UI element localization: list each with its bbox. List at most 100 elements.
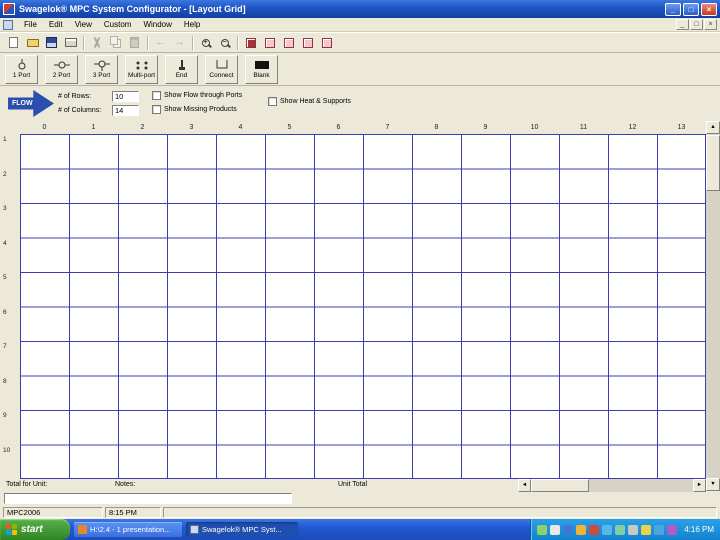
grid-row-header: 8 (3, 377, 7, 385)
close-button[interactable]: × (701, 2, 717, 16)
child-close-button[interactable]: × (704, 19, 717, 30)
undo-icon[interactable]: ← (151, 34, 170, 51)
grid-column-header: 5 (287, 124, 292, 131)
grid-corner (0, 121, 20, 134)
taskbar-task-presentation[interactable]: H:\2.4 - 1 presentation... (74, 522, 182, 537)
tray-icon-3[interactable] (563, 524, 574, 535)
2-port-icon (52, 59, 72, 71)
menu-help[interactable]: Help (178, 19, 206, 30)
total-for-unit-label: Total for Unit: (6, 481, 48, 488)
menu-window[interactable]: Window (137, 19, 177, 30)
tray-icon-1[interactable] (537, 524, 548, 535)
palette-end-button[interactable]: End (165, 54, 198, 84)
tray-icon-7[interactable] (615, 524, 626, 535)
notes-input[interactable] (4, 493, 292, 504)
component-tool-icon-4[interactable] (298, 34, 317, 51)
notes-label: Notes: (115, 481, 136, 488)
menu-file[interactable]: File (18, 19, 43, 30)
print-icon[interactable] (61, 34, 80, 51)
cut-icon[interactable] (87, 34, 106, 51)
palette-multi-port-button[interactable]: Multi-port (125, 54, 158, 84)
grid-row-header: 1 (3, 136, 7, 143)
notes-row (0, 492, 720, 505)
grid-row-header: 6 (3, 308, 7, 316)
app-icon (3, 3, 15, 15)
menu-bar: File Edit View Custom Window Help _ □ × (0, 18, 720, 32)
tray-icon-2[interactable] (550, 524, 561, 535)
status-bar: MPC2006 8:15 PM (0, 505, 720, 519)
end-icon (172, 59, 192, 71)
tray-icon-5[interactable] (589, 524, 600, 535)
tray-icon-10[interactable] (654, 524, 665, 535)
columns-label: # of Columns: (58, 107, 102, 114)
scroll-down-icon[interactable]: ▼ (706, 478, 720, 491)
palette-connect-button[interactable]: Connect (205, 54, 238, 84)
presentation-file-icon (78, 525, 87, 534)
layout-grid-canvas[interactable] (20, 134, 706, 479)
window-title: Swagelok® MPC System Configurator - [Lay… (19, 4, 246, 14)
rows-input[interactable]: 10 (112, 91, 139, 102)
menu-custom[interactable]: Custom (98, 19, 138, 30)
component-tool-icon-5[interactable] (317, 34, 336, 51)
component-tool-icon-1[interactable] (241, 34, 260, 51)
scroll-up-icon[interactable]: ▲ (706, 121, 720, 134)
configurator-app-icon (190, 525, 199, 534)
toolbar-separator (147, 35, 148, 50)
maximize-button[interactable]: □ (683, 2, 699, 16)
start-button[interactable]: start (0, 519, 70, 540)
show-heat-supports-checkbox[interactable] (268, 97, 277, 106)
menu-edit[interactable]: Edit (43, 19, 69, 30)
palette-1-port-button[interactable]: 1 Port (5, 54, 38, 84)
copy-icon[interactable] (106, 34, 125, 51)
child-minimize-button[interactable]: _ (676, 19, 689, 30)
paste-icon[interactable] (125, 34, 144, 51)
columns-input[interactable]: 14 (112, 105, 139, 116)
mdi-child-icon[interactable] (3, 19, 13, 30)
connect-icon (212, 59, 232, 71)
zoom-out-icon[interactable]: − (215, 34, 234, 51)
open-icon[interactable] (23, 34, 42, 51)
component-tool-icon-2[interactable] (260, 34, 279, 51)
vertical-scroll-thumb[interactable] (706, 135, 720, 191)
tray-icon-4[interactable] (576, 524, 587, 535)
new-icon[interactable] (4, 34, 23, 51)
horizontal-scroll-thumb[interactable] (531, 479, 589, 492)
tray-icon-11[interactable] (667, 524, 678, 535)
status-empty-panel (163, 506, 717, 518)
tray-icon-8[interactable] (628, 524, 639, 535)
minimize-button[interactable]: _ (665, 2, 681, 16)
component-tool-icon-3[interactable] (279, 34, 298, 51)
scroll-left-icon[interactable]: ◄ (518, 479, 531, 492)
menu-view[interactable]: View (69, 19, 98, 30)
toolbar-separator (237, 35, 238, 50)
taskbar-task-configurator[interactable]: Swagelok® MPC Syst... (186, 522, 298, 537)
grid-row-header: 3 (3, 205, 7, 212)
grid-body: 1 2 3 4 5 6 7 8 9 10 (0, 134, 706, 479)
palette-3-port-button[interactable]: 3 Port (85, 54, 118, 84)
tray-icon-9[interactable] (641, 524, 652, 535)
vertical-scrollbar[interactable]: ▲ ▼ (706, 121, 720, 491)
zoom-in-icon[interactable]: + (196, 34, 215, 51)
horizontal-scrollbar[interactable]: ◄ ► (518, 479, 706, 492)
grid-column-header: 4 (238, 124, 243, 131)
multi-port-icon (132, 59, 152, 71)
tray-icon-6[interactable] (602, 524, 613, 535)
application-window: Swagelok® MPC System Configurator - [Lay… (0, 0, 720, 540)
show-missing-products-checkbox[interactable] (152, 105, 161, 114)
settings-row: FLOW # of Rows: 10 # of Columns: 14 Show… (0, 86, 720, 121)
grid-column-header: 12 (628, 124, 637, 131)
tray-icons (537, 524, 678, 535)
palette-2-port-button[interactable]: 2 Port (45, 54, 78, 84)
save-icon[interactable] (42, 34, 61, 51)
child-restore-button[interactable]: □ (690, 19, 703, 30)
redo-icon[interactable]: → (170, 34, 189, 51)
windows-taskbar: start H:\2.4 - 1 presentation... Swagelo… (0, 519, 720, 540)
palette-blank-button[interactable]: Blank (245, 54, 278, 84)
horizontal-scroll-track[interactable] (589, 479, 693, 492)
vertical-scroll-track[interactable] (706, 191, 720, 478)
flow-direction-arrow: FLOW (8, 90, 54, 117)
grid-header: 0 1 2 3 4 5 6 7 8 9 10 11 12 13 (0, 121, 706, 134)
grid-row-header: 9 (3, 412, 7, 419)
show-flow-through-ports-checkbox[interactable] (152, 91, 161, 100)
scroll-right-icon[interactable]: ► (693, 479, 706, 492)
